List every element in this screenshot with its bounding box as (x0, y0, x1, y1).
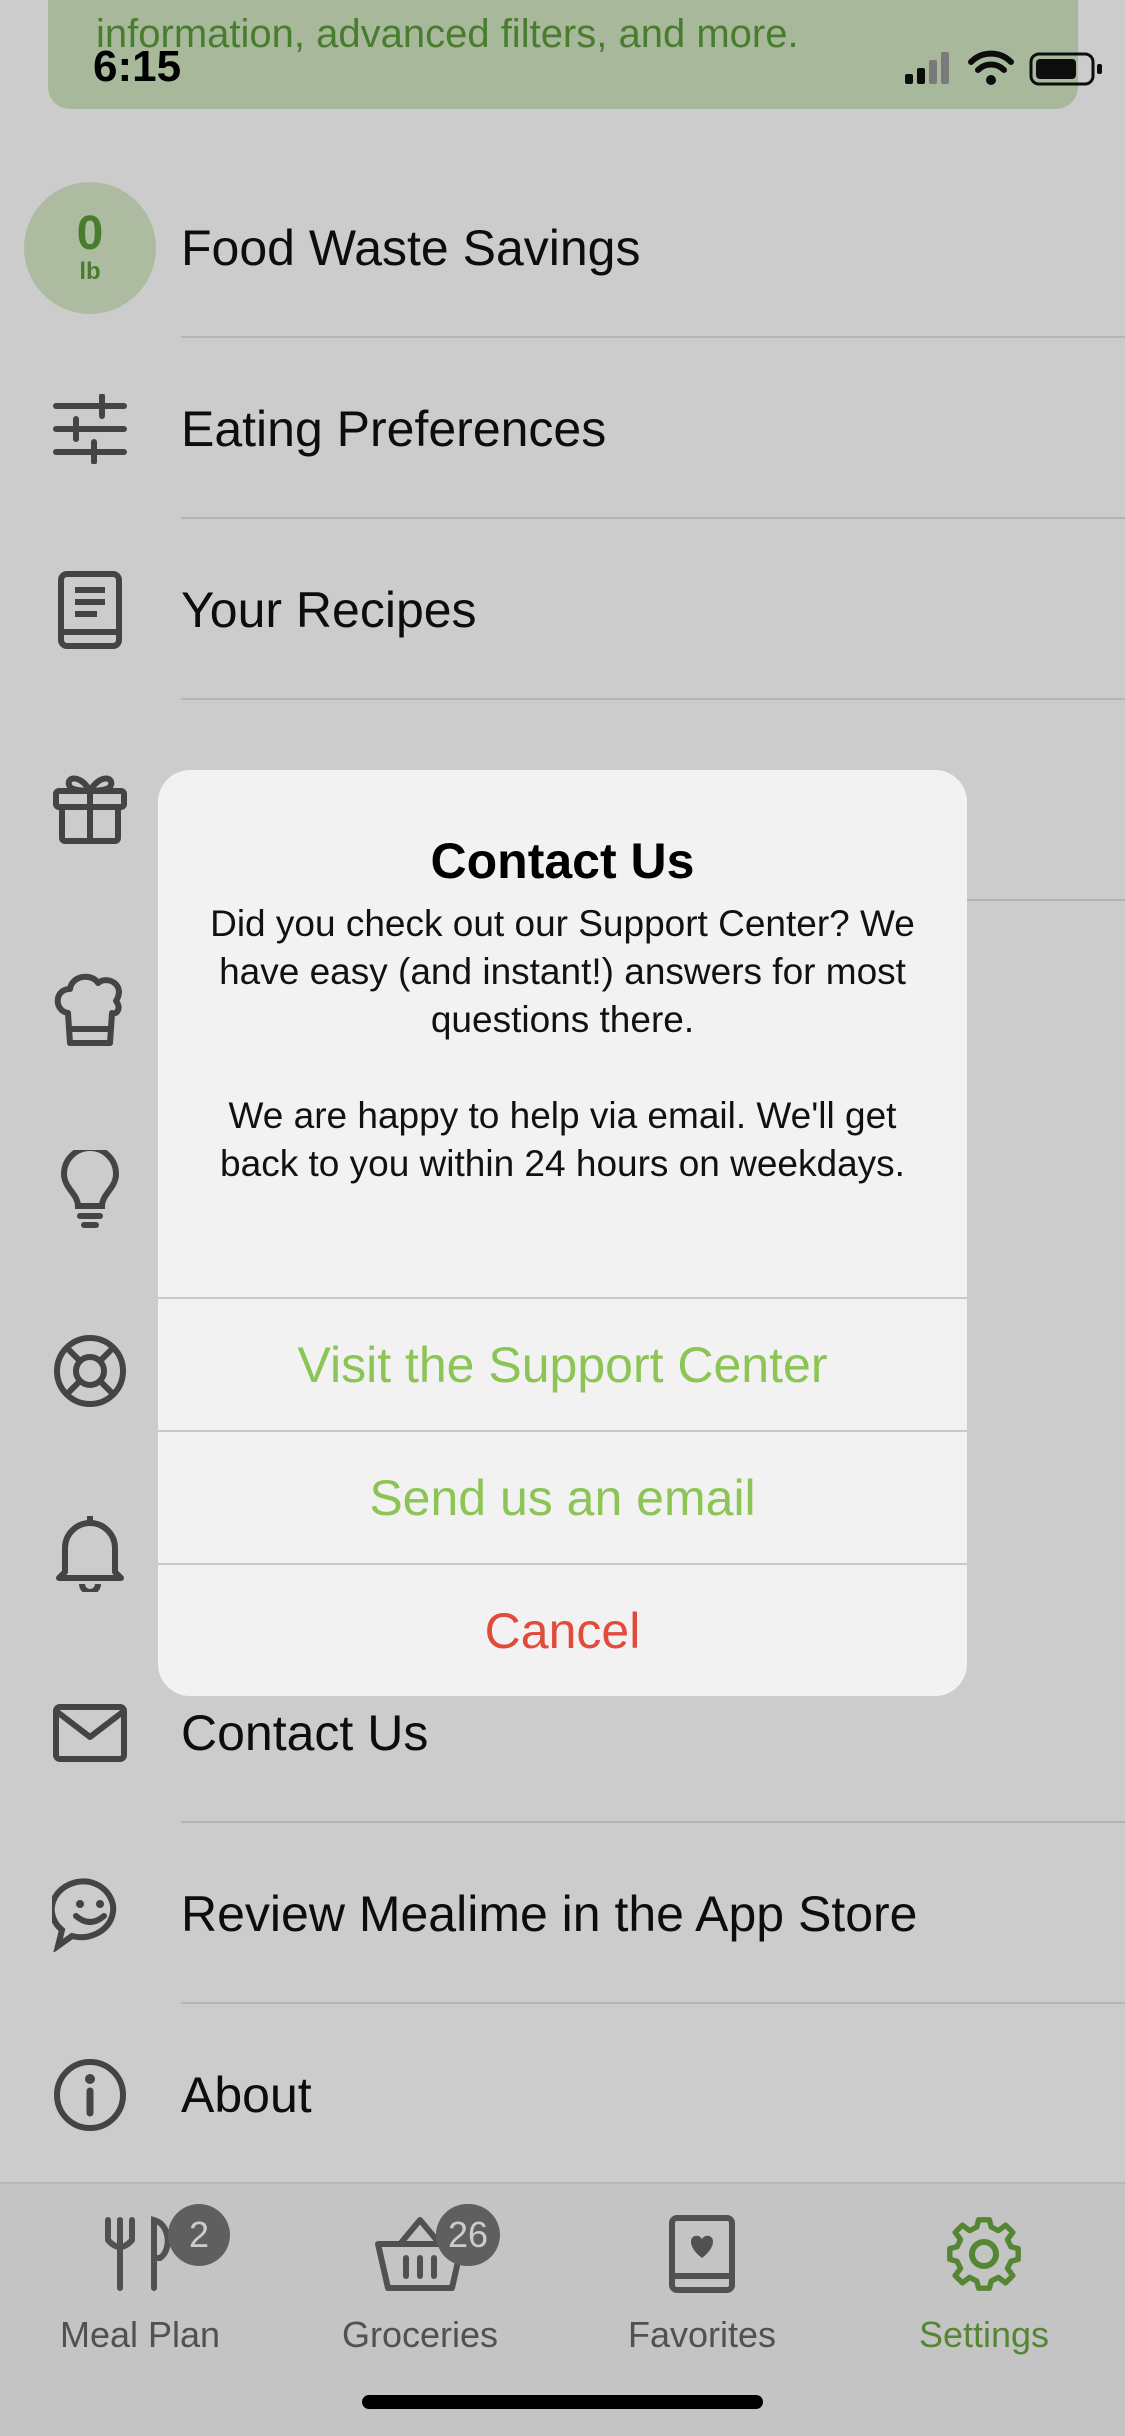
alert-title: Contact Us (430, 833, 695, 889)
contact-us-alert: Contact Us Did you check out our Support… (158, 770, 967, 1696)
alert-message-email: We are happy to help via email. We'll ge… (220, 1095, 905, 1184)
cancel-button[interactable]: Cancel (158, 1563, 967, 1696)
visit-support-center-button[interactable]: Visit the Support Center (158, 1297, 967, 1430)
settings-screen: information, advanced filters, and more.… (0, 0, 1125, 2436)
send-email-button[interactable]: Send us an email (158, 1430, 967, 1563)
alert-message: Did you check out our Support Center? We… (198, 900, 927, 1188)
alert-message-support: Did you check out our Support Center? We… (210, 903, 915, 1040)
